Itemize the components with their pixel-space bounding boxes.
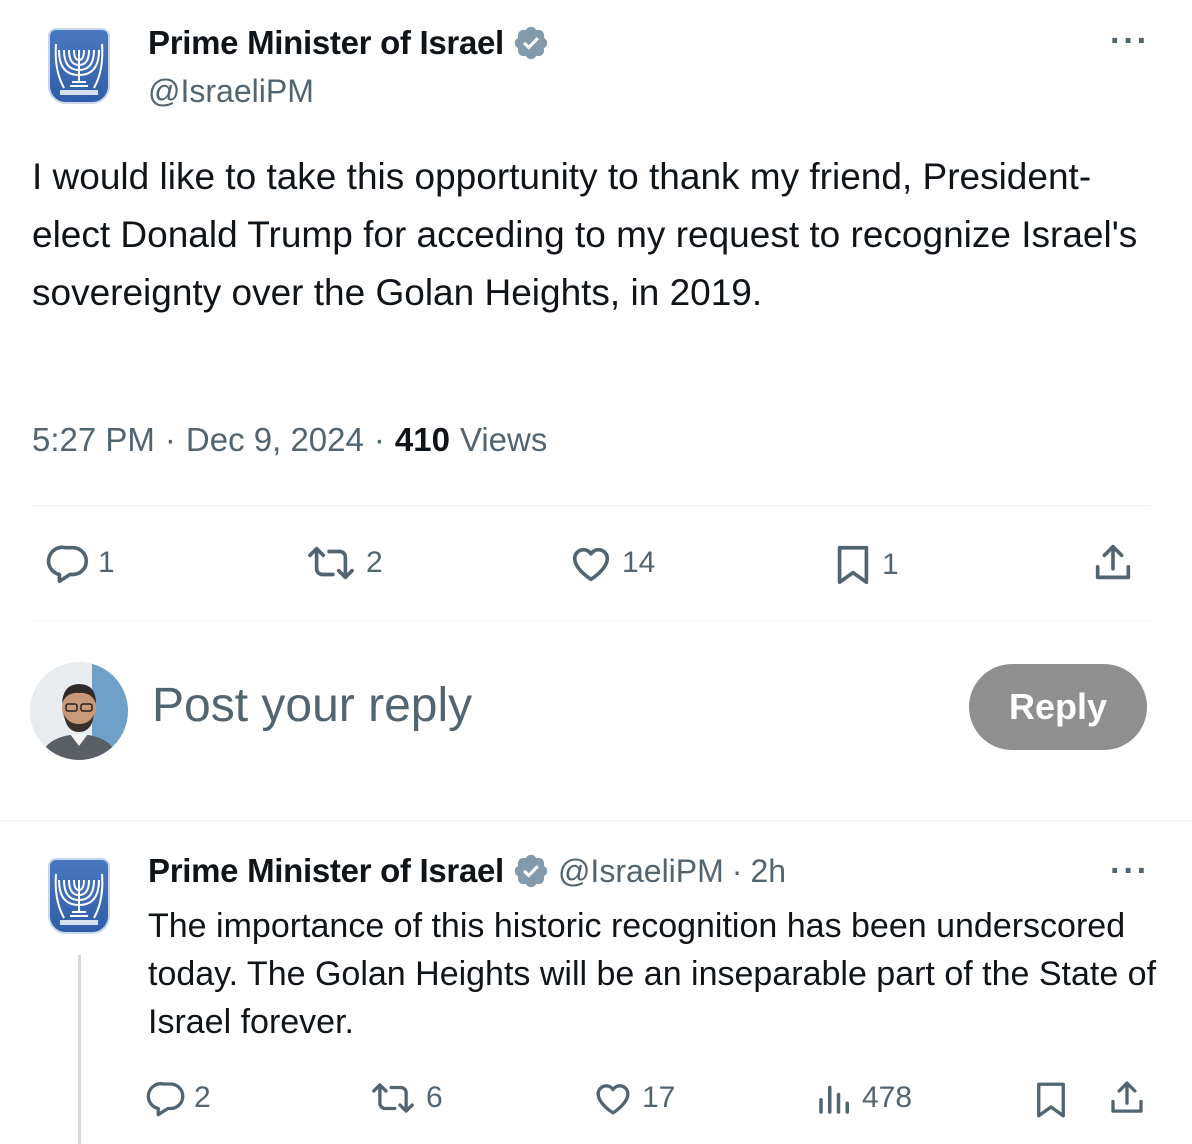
bookmark-icon bbox=[1037, 1082, 1065, 1118]
user-avatar[interactable] bbox=[30, 662, 128, 760]
reply-action[interactable]: 1 bbox=[46, 540, 115, 586]
author-handle[interactable]: @IsraeliPM bbox=[148, 73, 314, 110]
share-icon bbox=[1095, 544, 1131, 580]
post-date[interactable]: Dec 9, 2024 bbox=[186, 421, 364, 459]
bookmark-action[interactable]: 1 bbox=[830, 540, 899, 590]
verified-badge-icon bbox=[514, 26, 548, 60]
reply-count: 2 bbox=[194, 1081, 211, 1114]
divider bbox=[0, 820, 1192, 822]
reply-count: 1 bbox=[98, 546, 115, 579]
like-action[interactable]: 17 bbox=[590, 1077, 675, 1119]
share-action[interactable] bbox=[1106, 1077, 1148, 1119]
reply-icon bbox=[146, 1082, 185, 1117]
reply-author-name[interactable]: Prime Minister of Israel bbox=[148, 852, 504, 890]
views-icon bbox=[819, 1085, 849, 1114]
verified-badge-icon bbox=[514, 854, 548, 888]
post-time[interactable]: 5:27 PM bbox=[32, 421, 155, 459]
reply-author-avatar-emblem[interactable] bbox=[48, 858, 110, 934]
reply-author-handle[interactable]: @IsraeliPM bbox=[558, 853, 724, 890]
like-count: 17 bbox=[642, 1081, 676, 1114]
views-action[interactable]: 478 bbox=[814, 1077, 912, 1119]
share-action[interactable] bbox=[1090, 540, 1136, 586]
repost-icon bbox=[372, 1083, 414, 1113]
separator-dot: · bbox=[373, 421, 385, 458]
repost-count: 2 bbox=[366, 546, 383, 579]
divider bbox=[32, 505, 1150, 506]
bookmark-action[interactable] bbox=[1030, 1077, 1072, 1123]
repost-action[interactable]: 2 bbox=[302, 540, 383, 586]
repost-count: 6 bbox=[426, 1081, 443, 1114]
more-icon[interactable]: ··· bbox=[1110, 852, 1150, 891]
like-action[interactable]: 14 bbox=[566, 540, 655, 586]
repost-action[interactable]: 6 bbox=[366, 1077, 443, 1119]
divider bbox=[32, 620, 1150, 621]
repost-icon bbox=[308, 546, 354, 580]
author-name[interactable]: Prime Minister of Israel bbox=[148, 24, 504, 62]
separator-dot: · bbox=[731, 852, 743, 889]
views-label: Views bbox=[459, 421, 548, 458]
reply-time[interactable]: 2h bbox=[750, 853, 786, 890]
reply-input[interactable]: Post your reply bbox=[152, 678, 472, 733]
reply-icon bbox=[46, 545, 89, 584]
reply-text: The importance of this historic recognit… bbox=[148, 907, 1157, 1041]
bookmark-count: 1 bbox=[882, 548, 899, 581]
separator-dot: · bbox=[164, 421, 176, 458]
more-icon[interactable]: ··· bbox=[1110, 22, 1150, 61]
views-count: 410 bbox=[394, 421, 450, 458]
reply-button[interactable]: Reply bbox=[969, 664, 1147, 750]
thread-line bbox=[78, 955, 81, 1144]
bookmark-icon bbox=[837, 545, 869, 585]
post-text: I would like to take this opportunity to… bbox=[32, 156, 1138, 313]
like-count: 14 bbox=[622, 546, 656, 579]
share-icon bbox=[1111, 1081, 1143, 1113]
like-icon bbox=[596, 1084, 630, 1115]
like-icon bbox=[572, 547, 610, 582]
reply-action[interactable]: 2 bbox=[146, 1077, 211, 1119]
author-avatar-emblem[interactable] bbox=[48, 28, 110, 104]
views-count: 478 bbox=[862, 1081, 913, 1114]
